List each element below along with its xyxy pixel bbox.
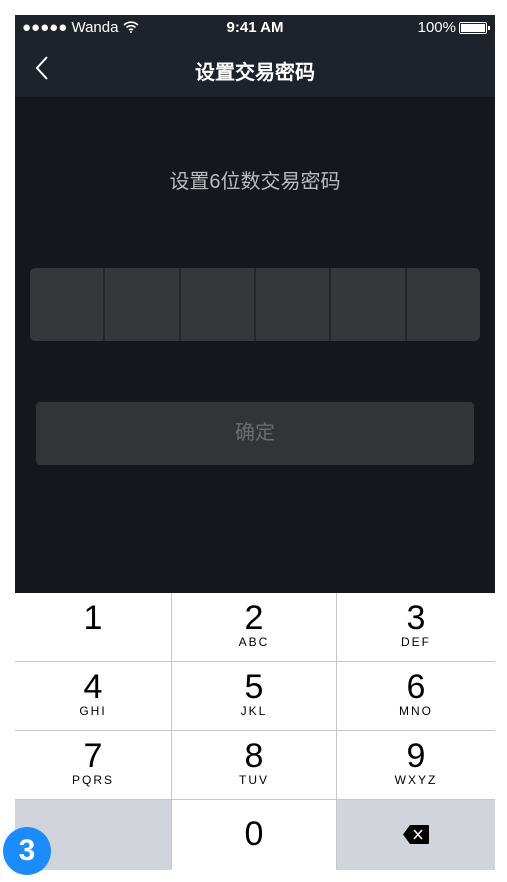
key-letters: PQRS [71,773,114,787]
step-badge: 3 [3,827,51,875]
pin-cell[interactable] [181,268,256,341]
key-number: 8 [244,737,264,775]
backspace-icon [403,825,429,844]
key-9[interactable]: 9 WXYZ [337,731,495,800]
pin-cell[interactable] [256,268,332,341]
key-letters: MNO [399,704,433,718]
key-number: 9 [406,737,426,775]
key-letters [15,635,171,649]
key-letters: GHI [79,704,107,718]
key-number: 2 [244,599,264,637]
battery: 100% [418,19,490,36]
pin-cell[interactable] [331,268,407,341]
key-6[interactable]: 6 MNO [337,662,495,731]
key-number: 5 [244,668,264,706]
key-1[interactable]: 1 [15,593,172,662]
key-letters: ABC [238,635,270,649]
key-number: 6 [406,668,426,706]
key-number: 7 [83,737,103,775]
pin-cell[interactable] [105,268,181,341]
key-number: 1 [83,599,103,637]
key-letters: TUV [239,773,269,787]
key-letters: JKL [240,704,268,718]
pin-cell[interactable] [407,268,480,341]
numeric-keypad: 1 2 ABC 3 DEF 4 GHI 5 JKL 6 MNO 7 PQRS 8 TUV 9 WXYZ 0 [15,593,495,870]
delete-button[interactable] [337,800,495,870]
key-0[interactable]: 0 [172,800,337,870]
key-3[interactable]: 3 DEF [337,593,495,662]
key-2[interactable]: 2 ABC [172,593,337,662]
key-5[interactable]: 5 JKL [172,662,337,731]
page-title: 设置交易密码 [195,62,315,84]
pin-input[interactable] [30,268,480,341]
status-bar: ●●●●● Wanda 9:41 AM 100% [15,15,495,40]
phone-screen: ●●●●● Wanda 9:41 AM 100% 设置交易密码 设置6位数交易密… [15,15,495,870]
key-number: 3 [406,599,426,637]
key-8[interactable]: 8 TUV [172,731,337,800]
key-letters: WXYZ [394,773,438,787]
key-7[interactable]: 7 PQRS [15,731,172,800]
confirm-button[interactable]: 确定 [36,402,474,465]
key-number: 4 [83,668,103,706]
instruction-heading: 设置6位数交易密码 [169,171,341,193]
pin-cell[interactable] [30,268,106,341]
battery-icon [459,21,490,34]
nav-bar: 设置交易密码 [15,40,495,97]
key-letters: DEF [401,635,431,649]
key-4[interactable]: 4 GHI [15,662,172,731]
key-number: 0 [244,815,264,853]
